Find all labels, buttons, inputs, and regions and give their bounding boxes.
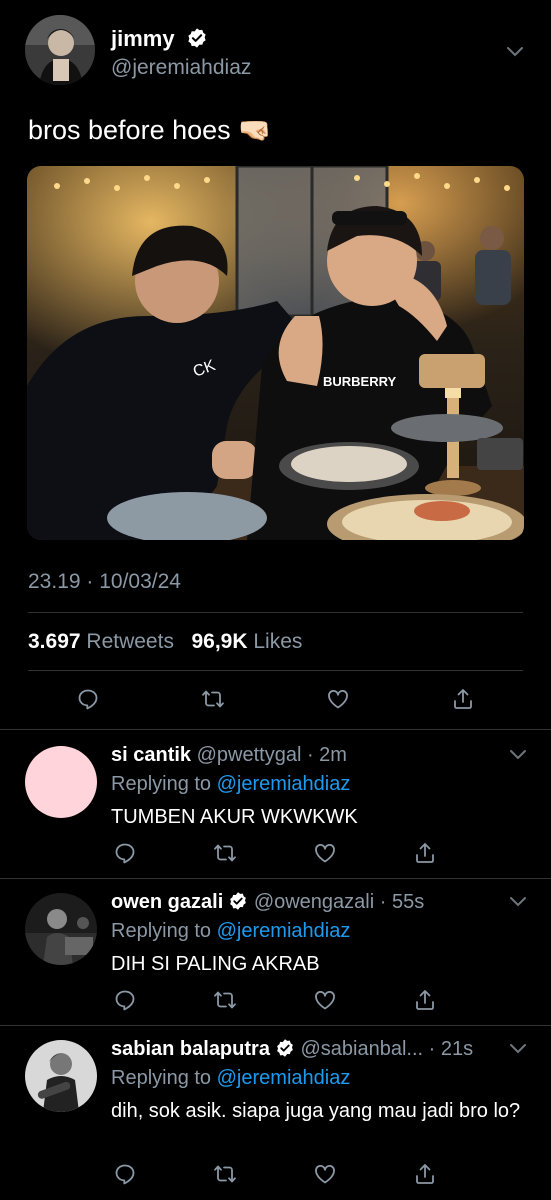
reply-text: dih, sok asik. siapa juga yang mau jadi … bbox=[111, 1100, 521, 1122]
share-button[interactable] bbox=[412, 1161, 438, 1187]
like-button[interactable] bbox=[325, 686, 351, 712]
reply-action-bar bbox=[112, 987, 438, 1013]
retweet-icon bbox=[214, 991, 236, 1009]
verified-badge-icon bbox=[230, 892, 247, 910]
reply-avatar[interactable] bbox=[25, 893, 97, 965]
share-icon bbox=[454, 689, 472, 709]
tweet-photo[interactable]: BURBERRY CK bbox=[27, 166, 524, 540]
reply-author-name: sabian balaputra bbox=[111, 1038, 270, 1060]
retweet-button[interactable] bbox=[212, 987, 238, 1013]
reply-author[interactable]: owen gazali @owengazali · 55s bbox=[111, 891, 424, 914]
like-count: 96,9K bbox=[191, 630, 248, 653]
tweet-text: bros before hoes 🤜🏻 bbox=[28, 115, 272, 145]
chevron-down-icon[interactable] bbox=[508, 1042, 528, 1056]
reply-action-bar bbox=[112, 840, 438, 866]
reply-text: DIH SI PALING AKRAB bbox=[111, 953, 320, 975]
tweet-action-bar bbox=[75, 686, 476, 712]
reply-avatar[interactable] bbox=[25, 1040, 97, 1112]
retweet-button[interactable] bbox=[212, 840, 238, 866]
tweet-stats: 3.697 Retweets 96,9K Likes bbox=[28, 630, 302, 654]
retweet-label: Retweets bbox=[86, 630, 174, 653]
share-icon bbox=[416, 990, 434, 1010]
replying-to: Replying to @jeremiahdiaz bbox=[111, 773, 350, 796]
share-button[interactable] bbox=[450, 686, 476, 712]
reply-author-handle: @owengazali · 55s bbox=[253, 891, 425, 913]
reply-button[interactable] bbox=[75, 686, 101, 712]
like-icon bbox=[328, 689, 348, 709]
retweet-count-link[interactable]: 3.697 Retweets bbox=[28, 630, 180, 653]
reply-icon bbox=[78, 689, 98, 710]
replying-label: Replying to bbox=[111, 920, 212, 942]
reply-icon bbox=[115, 1164, 135, 1185]
replying-to-link[interactable]: @jeremiahdiaz bbox=[217, 920, 351, 942]
replying-to-link[interactable]: @jeremiahdiaz bbox=[217, 773, 351, 795]
retweet-count: 3.697 bbox=[28, 630, 81, 653]
retweet-icon bbox=[214, 1165, 236, 1183]
reply-author-handle: @pwettygal · 2m bbox=[196, 744, 347, 766]
author-display-name[interactable]: jimmy bbox=[111, 26, 208, 52]
like-count-link[interactable]: 96,9K Likes bbox=[191, 630, 302, 653]
like-button[interactable] bbox=[312, 987, 338, 1013]
reply-avatar[interactable] bbox=[25, 746, 97, 818]
reply-button[interactable] bbox=[112, 840, 138, 866]
chevron-down-icon[interactable] bbox=[505, 45, 525, 59]
tweet-timestamp[interactable]: 23.19 · 10/03/24 bbox=[28, 570, 181, 594]
replying-to-link[interactable]: @jeremiahdiaz bbox=[217, 1067, 351, 1089]
author-avatar[interactable] bbox=[25, 15, 95, 85]
like-button[interactable] bbox=[312, 840, 338, 866]
share-icon bbox=[416, 1164, 434, 1184]
reply-button[interactable] bbox=[112, 987, 138, 1013]
replying-to: Replying to @jeremiahdiaz bbox=[111, 920, 350, 943]
verified-badge-icon bbox=[188, 28, 206, 48]
reply-icon bbox=[115, 843, 135, 864]
divider bbox=[28, 670, 523, 671]
shirt-logo-burberry: BURBERRY bbox=[323, 374, 397, 389]
reply-author-name: si cantik bbox=[111, 744, 192, 766]
divider bbox=[0, 729, 551, 730]
replying-label: Replying to bbox=[111, 773, 212, 795]
author-handle[interactable]: @jeremiahdiaz bbox=[111, 56, 251, 80]
like-icon bbox=[315, 843, 335, 863]
divider bbox=[0, 1025, 551, 1026]
divider bbox=[0, 878, 551, 879]
reply-button[interactable] bbox=[112, 1161, 138, 1187]
share-icon bbox=[416, 843, 434, 863]
reply-icon bbox=[115, 990, 135, 1011]
replying-to: Replying to @jeremiahdiaz bbox=[111, 1067, 350, 1090]
verified-badge-icon bbox=[277, 1039, 293, 1057]
share-button[interactable] bbox=[412, 840, 438, 866]
chevron-down-icon[interactable] bbox=[508, 895, 528, 909]
replying-label: Replying to bbox=[111, 1067, 212, 1089]
retweet-button[interactable] bbox=[212, 1161, 238, 1187]
like-icon bbox=[315, 1164, 335, 1184]
reply-action-bar bbox=[112, 1161, 438, 1187]
like-label: Likes bbox=[253, 630, 303, 653]
reply-author[interactable]: sabian balaputra @sabianbal... · 21s bbox=[111, 1038, 473, 1061]
retweet-icon bbox=[214, 844, 236, 862]
reply-author-handle: @sabianbal... · 21s bbox=[300, 1038, 474, 1060]
reply-text: TUMBEN AKUR WKWKWK bbox=[111, 806, 358, 828]
divider bbox=[28, 612, 523, 613]
retweet-icon bbox=[202, 690, 224, 708]
like-icon bbox=[315, 990, 335, 1010]
chevron-down-icon[interactable] bbox=[508, 748, 528, 762]
author-name-text: jimmy bbox=[111, 26, 175, 51]
reply-author[interactable]: si cantik @pwettygal · 2m bbox=[111, 744, 347, 767]
retweet-button[interactable] bbox=[200, 686, 226, 712]
reply-author-name: owen gazali bbox=[111, 891, 224, 913]
like-button[interactable] bbox=[312, 1161, 338, 1187]
share-button[interactable] bbox=[412, 987, 438, 1013]
